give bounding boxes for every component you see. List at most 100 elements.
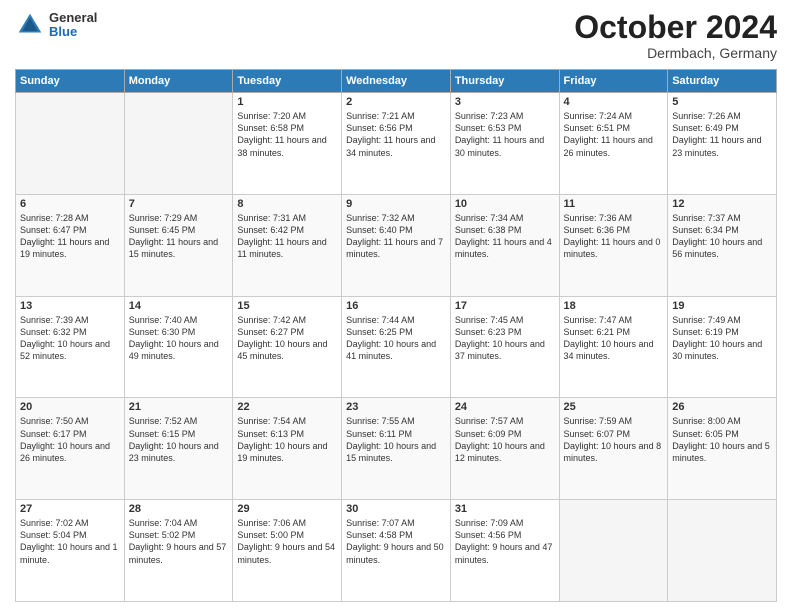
- cell-details: Sunrise: 7:44 AMSunset: 6:25 PMDaylight:…: [346, 314, 446, 363]
- day-number: 13: [20, 300, 120, 312]
- cell-details: Sunrise: 7:28 AMSunset: 6:47 PMDaylight:…: [20, 212, 120, 261]
- day-number: 24: [455, 401, 555, 413]
- weekday-header-wednesday: Wednesday: [342, 70, 451, 93]
- month-title: October 2024: [574, 10, 777, 45]
- calendar-cell: 22 Sunrise: 7:54 AMSunset: 6:13 PMDayligh…: [233, 398, 342, 500]
- day-number: 30: [346, 503, 446, 515]
- title-block: October 2024 Dermbach, Germany: [574, 10, 777, 61]
- day-number: 1: [237, 96, 337, 108]
- day-number: 2: [346, 96, 446, 108]
- calendar-cell: 3 Sunrise: 7:23 AMSunset: 6:53 PMDaylight…: [450, 93, 559, 195]
- calendar-cell: [16, 93, 125, 195]
- calendar-cell: [668, 500, 777, 602]
- calendar-cell: 10 Sunrise: 7:34 AMSunset: 6:38 PMDayligh…: [450, 194, 559, 296]
- calendar-week-row: 1 Sunrise: 7:20 AMSunset: 6:58 PMDaylight…: [16, 93, 777, 195]
- calendar-cell: 5Sunrise: 7:26 AMSunset: 6:49 PMDaylight…: [668, 93, 777, 195]
- cell-details: Sunrise: 7:39 AMSunset: 6:32 PMDaylight:…: [20, 314, 120, 363]
- cell-details: Sunrise: 7:21 AMSunset: 6:56 PMDaylight:…: [346, 110, 446, 159]
- weekday-header-monday: Monday: [124, 70, 233, 93]
- day-number: 3: [455, 96, 555, 108]
- calendar-cell: 26Sunrise: 8:00 AMSunset: 6:05 PMDayligh…: [668, 398, 777, 500]
- cell-details: Sunrise: 7:52 AMSunset: 6:15 PMDaylight:…: [129, 415, 229, 464]
- logo-blue-text: Blue: [49, 25, 97, 39]
- calendar-cell: 1 Sunrise: 7:20 AMSunset: 6:58 PMDaylight…: [233, 93, 342, 195]
- calendar-cell: 2 Sunrise: 7:21 AMSunset: 6:56 PMDaylight…: [342, 93, 451, 195]
- day-number: 10: [455, 198, 555, 210]
- cell-details: Sunrise: 7:57 AMSunset: 6:09 PMDaylight:…: [455, 415, 555, 464]
- cell-details: Sunrise: 7:20 AMSunset: 6:58 PMDaylight:…: [237, 110, 337, 159]
- weekday-header-friday: Friday: [559, 70, 668, 93]
- calendar-cell: 23Sunrise: 7:55 AMSunset: 6:11 PMDayligh…: [342, 398, 451, 500]
- cell-details: Sunrise: 7:09 AMSunset: 4:56 PMDaylight:…: [455, 517, 555, 566]
- calendar-cell: 31Sunrise: 7:09 AMSunset: 4:56 PMDayligh…: [450, 500, 559, 602]
- cell-details: Sunrise: 7:59 AMSunset: 6:07 PMDaylight:…: [564, 415, 664, 464]
- cell-details: Sunrise: 7:54 AMSunset: 6:13 PMDaylight:…: [237, 415, 337, 464]
- day-number: 27: [20, 503, 120, 515]
- page: General Blue October 2024 Dermbach, Germ…: [0, 0, 792, 612]
- calendar-cell: 7Sunrise: 7:29 AMSunset: 6:45 PMDaylight…: [124, 194, 233, 296]
- day-number: 22: [237, 401, 337, 413]
- cell-details: Sunrise: 7:29 AMSunset: 6:45 PMDaylight:…: [129, 212, 229, 261]
- day-number: 4: [564, 96, 664, 108]
- cell-details: Sunrise: 7:34 AMSunset: 6:38 PMDaylight:…: [455, 212, 555, 261]
- calendar-cell: 8 Sunrise: 7:31 AMSunset: 6:42 PMDaylight…: [233, 194, 342, 296]
- logo-general-text: General: [49, 11, 97, 25]
- calendar-cell: 14Sunrise: 7:40 AMSunset: 6:30 PMDayligh…: [124, 296, 233, 398]
- calendar-cell: 15 Sunrise: 7:42 AMSunset: 6:27 PMDayligh…: [233, 296, 342, 398]
- cell-details: Sunrise: 7:26 AMSunset: 6:49 PMDaylight:…: [672, 110, 772, 159]
- calendar-cell: 30 Sunrise: 7:07 AMSunset: 4:58 PMDayligh…: [342, 500, 451, 602]
- calendar-cell: 19Sunrise: 7:49 AMSunset: 6:19 PMDayligh…: [668, 296, 777, 398]
- calendar-cell: 9 Sunrise: 7:32 AMSunset: 6:40 PMDaylight…: [342, 194, 451, 296]
- cell-details: Sunrise: 7:04 AMSunset: 5:02 PMDaylight:…: [129, 517, 229, 566]
- calendar-cell: 6 Sunrise: 7:28 AMSunset: 6:47 PMDaylight…: [16, 194, 125, 296]
- calendar-cell: 4 Sunrise: 7:24 AMSunset: 6:51 PMDaylight…: [559, 93, 668, 195]
- day-number: 28: [129, 503, 229, 515]
- calendar-cell: 28 Sunrise: 7:04 AMSunset: 5:02 PMDayligh…: [124, 500, 233, 602]
- cell-details: Sunrise: 7:36 AMSunset: 6:36 PMDaylight:…: [564, 212, 664, 261]
- calendar-cell: 25 Sunrise: 7:59 AMSunset: 6:07 PMDayligh…: [559, 398, 668, 500]
- day-number: 18: [564, 300, 664, 312]
- cell-details: Sunrise: 7:47 AMSunset: 6:21 PMDaylight:…: [564, 314, 664, 363]
- cell-details: Sunrise: 7:07 AMSunset: 4:58 PMDaylight:…: [346, 517, 446, 566]
- calendar-cell: 17Sunrise: 7:45 AMSunset: 6:23 PMDayligh…: [450, 296, 559, 398]
- cell-details: Sunrise: 7:31 AMSunset: 6:42 PMDaylight:…: [237, 212, 337, 261]
- day-number: 8: [237, 198, 337, 210]
- calendar-cell: 18 Sunrise: 7:47 AMSunset: 6:21 PMDayligh…: [559, 296, 668, 398]
- cell-details: Sunrise: 7:24 AMSunset: 6:51 PMDaylight:…: [564, 110, 664, 159]
- cell-details: Sunrise: 8:00 AMSunset: 6:05 PMDaylight:…: [672, 415, 772, 464]
- calendar-cell: 29Sunrise: 7:06 AMSunset: 5:00 PMDayligh…: [233, 500, 342, 602]
- calendar-week-row: 27 Sunrise: 7:02 AMSunset: 5:04 PMDayligh…: [16, 500, 777, 602]
- calendar-cell: 11 Sunrise: 7:36 AMSunset: 6:36 PMDayligh…: [559, 194, 668, 296]
- cell-details: Sunrise: 7:37 AMSunset: 6:34 PMDaylight:…: [672, 212, 772, 261]
- day-number: 15: [237, 300, 337, 312]
- day-number: 25: [564, 401, 664, 413]
- day-number: 14: [129, 300, 229, 312]
- weekday-header-row: SundayMondayTuesdayWednesdayThursdayFrid…: [16, 70, 777, 93]
- calendar-cell: 13 Sunrise: 7:39 AMSunset: 6:32 PMDayligh…: [16, 296, 125, 398]
- location: Dermbach, Germany: [574, 45, 777, 61]
- calendar-cell: 20Sunrise: 7:50 AMSunset: 6:17 PMDayligh…: [16, 398, 125, 500]
- day-number: 6: [20, 198, 120, 210]
- calendar-week-row: 13 Sunrise: 7:39 AMSunset: 6:32 PMDayligh…: [16, 296, 777, 398]
- calendar-cell: 21 Sunrise: 7:52 AMSunset: 6:15 PMDayligh…: [124, 398, 233, 500]
- cell-details: Sunrise: 7:02 AMSunset: 5:04 PMDaylight:…: [20, 517, 120, 566]
- logo-icon: [15, 10, 45, 40]
- day-number: 17: [455, 300, 555, 312]
- logo-text: General Blue: [49, 11, 97, 40]
- day-number: 20: [20, 401, 120, 413]
- cell-details: Sunrise: 7:42 AMSunset: 6:27 PMDaylight:…: [237, 314, 337, 363]
- day-number: 11: [564, 198, 664, 210]
- day-number: 21: [129, 401, 229, 413]
- cell-details: Sunrise: 7:23 AMSunset: 6:53 PMDaylight:…: [455, 110, 555, 159]
- calendar-cell: 16Sunrise: 7:44 AMSunset: 6:25 PMDayligh…: [342, 296, 451, 398]
- cell-details: Sunrise: 7:32 AMSunset: 6:40 PMDaylight:…: [346, 212, 446, 261]
- cell-details: Sunrise: 7:55 AMSunset: 6:11 PMDaylight:…: [346, 415, 446, 464]
- cell-details: Sunrise: 7:49 AMSunset: 6:19 PMDaylight:…: [672, 314, 772, 363]
- day-number: 9: [346, 198, 446, 210]
- logo: General Blue: [15, 10, 97, 40]
- header: General Blue October 2024 Dermbach, Germ…: [15, 10, 777, 61]
- calendar-cell: [124, 93, 233, 195]
- day-number: 12: [672, 198, 772, 210]
- calendar-cell: [559, 500, 668, 602]
- calendar-cell: 27 Sunrise: 7:02 AMSunset: 5:04 PMDayligh…: [16, 500, 125, 602]
